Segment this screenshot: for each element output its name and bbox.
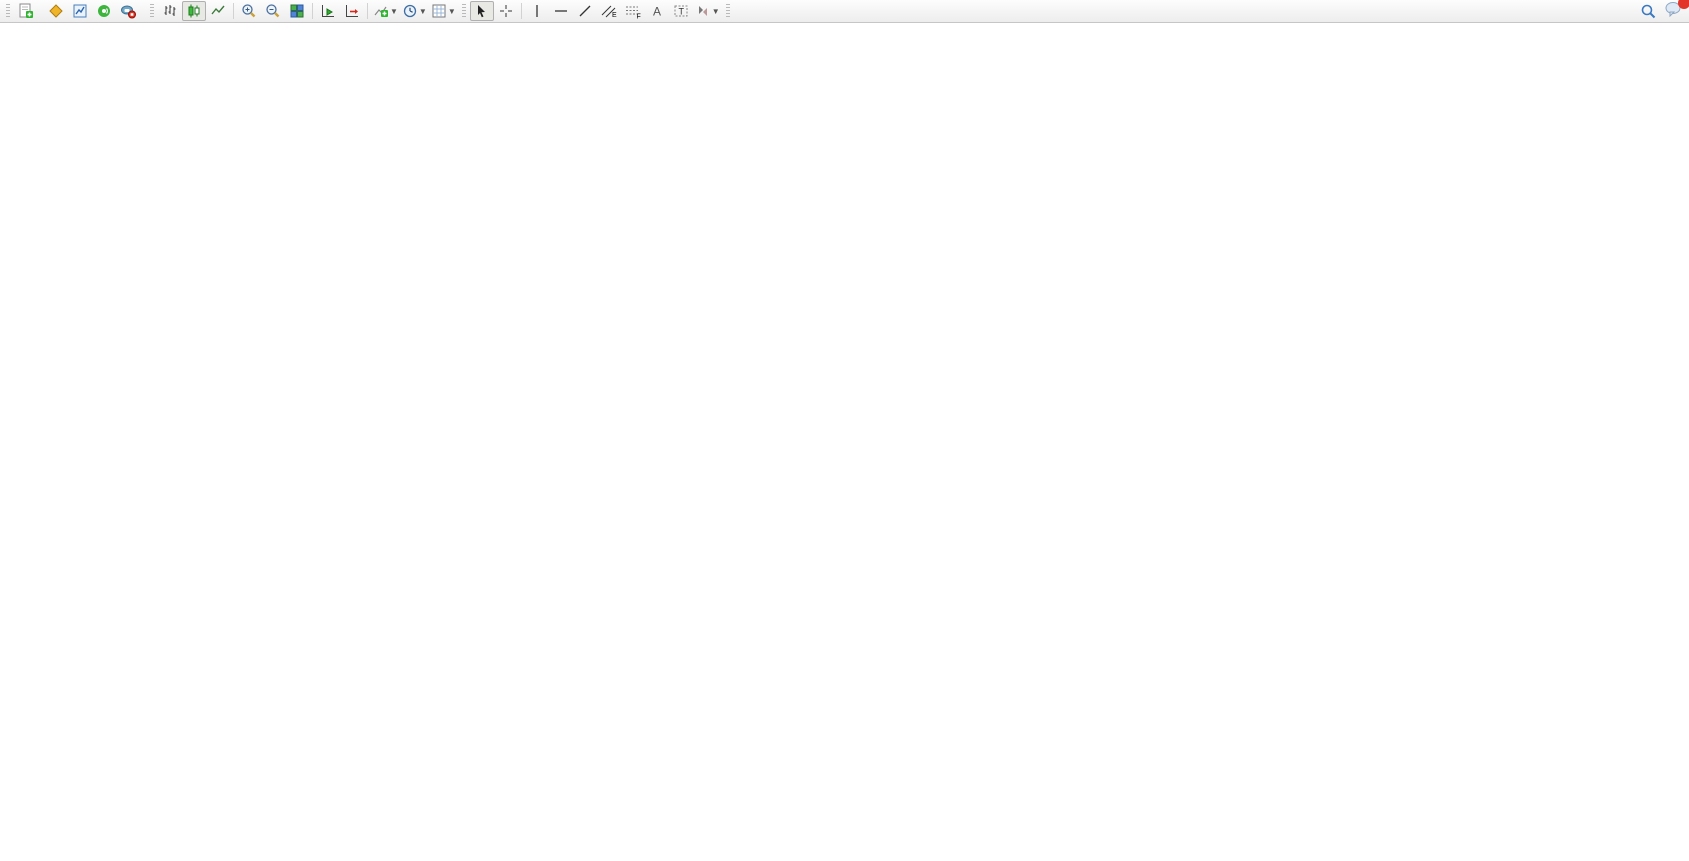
svg-text:E: E <box>612 12 617 19</box>
chevron-down-icon: ▼ <box>390 7 398 16</box>
arrows-icon: ​ <box>695 3 711 19</box>
zoom-out-icon <box>265 3 281 19</box>
templates-icon <box>431 3 447 19</box>
fibonacci-icon: F <box>624 3 642 19</box>
bar-chart-icon <box>162 3 178 19</box>
chevron-down-icon: ▼ <box>448 7 456 16</box>
arrows-button[interactable]: ​ ▼ <box>693 1 722 21</box>
chart-shift-icon <box>344 3 360 19</box>
toolbar-separator <box>233 3 234 19</box>
text-button[interactable]: A <box>645 1 669 21</box>
profile-icon <box>48 3 64 19</box>
candlestick-chart-icon <box>186 3 202 19</box>
toolbar-grip[interactable] <box>150 4 154 19</box>
cursor-icon <box>474 3 490 19</box>
svg-text:A: A <box>653 5 661 19</box>
toolbar-grip[interactable] <box>462 4 466 19</box>
chat-button[interactable] <box>1665 1 1683 22</box>
tile-windows-icon <box>289 3 305 19</box>
indicators-button[interactable]: ▼ <box>371 1 400 21</box>
signals-icon <box>96 3 112 19</box>
search-icon[interactable] <box>1640 3 1657 20</box>
crosshair-button[interactable] <box>494 1 518 21</box>
bar-chart-button[interactable] <box>158 1 182 21</box>
trendline-icon <box>577 3 593 19</box>
chart-canvas[interactable] <box>0 23 1689 861</box>
text-label-button[interactable]: T <box>669 1 693 21</box>
line-chart-button[interactable] <box>206 1 230 21</box>
auto-trading-button[interactable] <box>116 1 140 21</box>
indicators-icon <box>373 3 389 19</box>
horizontal-line-button[interactable] <box>549 1 573 21</box>
clock-icon <box>402 3 418 19</box>
svg-text:T: T <box>678 7 684 17</box>
vertical-line-icon <box>529 3 545 19</box>
toolbar: ▼ ▼ ▼ E <box>0 0 1689 23</box>
text-icon: A <box>649 3 665 19</box>
charts-window-button[interactable] <box>68 1 92 21</box>
periods-button[interactable]: ▼ <box>400 1 429 21</box>
new-order-button[interactable] <box>14 1 38 21</box>
signals-button[interactable] <box>92 1 116 21</box>
toolbar-separator <box>367 3 368 19</box>
svg-text:F: F <box>636 14 640 20</box>
zoom-out-button[interactable] <box>261 1 285 21</box>
chevron-down-icon: ▼ <box>712 7 720 16</box>
equidistant-channel-icon: E <box>600 3 618 19</box>
zoom-in-icon <box>241 3 257 19</box>
profile-button[interactable] <box>44 1 68 21</box>
tile-windows-button[interactable] <box>285 1 309 21</box>
zoom-in-button[interactable] <box>237 1 261 21</box>
charts-window-icon <box>72 3 88 19</box>
crosshair-icon <box>498 3 514 19</box>
toolbar-right <box>1640 1 1683 22</box>
vertical-line-button[interactable] <box>525 1 549 21</box>
toolbar-grip[interactable] <box>726 4 730 19</box>
equidistant-channel-button[interactable]: E <box>597 1 621 21</box>
templates-button[interactable]: ▼ <box>429 1 458 21</box>
auto-trading-icon <box>120 3 136 19</box>
line-chart-icon <box>210 3 226 19</box>
chart-shift-button[interactable] <box>340 1 364 21</box>
text-label-icon: T <box>673 3 689 19</box>
cursor-button[interactable] <box>470 1 494 21</box>
candlestick-chart-button[interactable] <box>182 1 206 21</box>
fibonacci-button[interactable]: F <box>621 1 645 21</box>
chart-window <box>0 23 1689 861</box>
chevron-down-icon: ▼ <box>419 7 427 16</box>
auto-scroll-icon <box>320 3 336 19</box>
toolbar-separator <box>521 3 522 19</box>
toolbar-separator <box>312 3 313 19</box>
horizontal-line-icon <box>553 3 569 19</box>
notification-badge <box>1678 0 1689 9</box>
toolbar-grip[interactable] <box>6 4 10 19</box>
auto-scroll-button[interactable] <box>316 1 340 21</box>
trendline-button[interactable] <box>573 1 597 21</box>
new-order-icon <box>18 3 34 19</box>
